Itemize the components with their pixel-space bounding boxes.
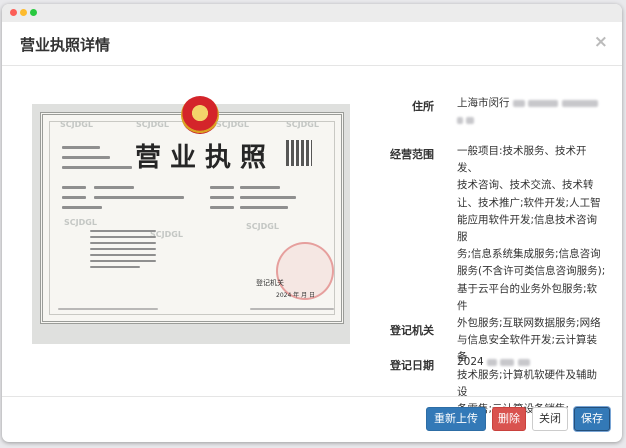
license-footer-line	[58, 308, 158, 310]
watermark-text: SCJDGL	[64, 218, 97, 227]
license-text-line	[62, 166, 132, 169]
address-value-text: 上海市闵行	[457, 97, 510, 109]
address-value: 上海市闵行	[457, 95, 607, 129]
watermark-text: SCJDGL	[246, 222, 279, 231]
redacted-text	[457, 116, 463, 124]
business-scope-value: 一般项目:技术服务、技术开发、 技术咨询、技术交流、技术转 让、技术推广;软件开…	[457, 143, 607, 418]
license-frame: SCJDGL SCJDGL SCJDGL SCJDGL SCJDGL SCJDG…	[40, 96, 344, 324]
scope-line: 务;信息系统集成服务;信息咨询	[457, 248, 601, 261]
save-button[interactable]: 保存	[574, 407, 610, 431]
license-footer-line	[250, 308, 334, 310]
redacted-text	[561, 99, 598, 107]
dialog-window: 营业执照详情 × SCJDGL SCJDGL SCJDGL SCJDGL SCJ…	[2, 4, 622, 442]
license-text-line	[62, 196, 86, 199]
maximize-window-dot[interactable]	[30, 9, 37, 16]
license-text-line	[90, 254, 156, 256]
license-text-line	[210, 186, 234, 189]
license-text-line	[62, 156, 110, 159]
license-text-line	[90, 230, 156, 232]
minimize-window-dot[interactable]	[20, 9, 27, 16]
license-text-line	[210, 196, 234, 199]
license-title: 营业执照	[134, 143, 275, 173]
scope-line: 基于云平台的业务外包服务;软件	[457, 282, 598, 312]
license-text-line	[90, 242, 156, 244]
license-text-line	[62, 206, 102, 209]
license-text-line	[240, 196, 296, 199]
registration-date-value: 2024	[457, 354, 607, 371]
license-text-line	[90, 260, 156, 262]
license-text-line	[240, 186, 280, 189]
dialog-footer: 重新上传 删除 关闭 保存	[2, 396, 622, 442]
dialog-title: 营业执照详情	[20, 36, 111, 54]
close-icon[interactable]: ×	[594, 32, 608, 52]
scope-line: 服务(不含许可类信息咨询服务);	[457, 265, 606, 278]
scope-line: 外包服务;互联网数据服务;网络	[457, 317, 601, 330]
watermark-text: SCJDGL	[60, 120, 93, 129]
redacted-text	[512, 99, 525, 107]
business-license-image: SCJDGL SCJDGL SCJDGL SCJDGL SCJDGL SCJDG…	[32, 96, 350, 344]
scope-line: 一般项目:技术服务、技术开发、	[457, 145, 587, 175]
registration-date-label: 登记日期	[390, 359, 434, 372]
registration-date-text: 2024	[457, 356, 484, 368]
license-registration-authority: 登记机关	[256, 279, 284, 287]
watermark-text: SCJDGL	[286, 120, 319, 129]
license-text-line	[62, 186, 86, 189]
license-text-line	[62, 146, 100, 149]
scope-line: 让、技术推广;软件开发;人工智	[457, 196, 601, 209]
license-inner-frame: SCJDGL SCJDGL SCJDGL SCJDGL SCJDGL SCJDG…	[49, 96, 335, 315]
license-year: 2024 年 月 日	[276, 292, 315, 299]
license-text-line	[240, 206, 288, 209]
delete-button[interactable]: 删除	[492, 407, 526, 431]
redacted-text	[528, 99, 559, 107]
redacted-text	[487, 358, 498, 366]
business-scope-label: 经营范围	[390, 148, 434, 161]
dialog-header: 营业执照详情 ×	[2, 22, 622, 66]
license-text-line	[90, 236, 156, 238]
license-text-line	[210, 206, 234, 209]
watermark-text: SCJDGL	[216, 120, 249, 129]
qr-code-icon	[286, 140, 312, 166]
registration-authority-label: 登记机关	[390, 324, 434, 337]
window-titlebar	[2, 4, 622, 22]
watermark-text: SCJDGL	[136, 120, 169, 129]
redacted-text	[466, 116, 475, 124]
reupload-button[interactable]: 重新上传	[426, 407, 486, 431]
license-text-line	[90, 266, 140, 268]
license-text-line	[94, 186, 134, 189]
scope-line: 技术咨询、技术交流、技术转	[457, 179, 594, 192]
close-window-dot[interactable]	[10, 9, 17, 16]
close-button[interactable]: 关闭	[532, 407, 568, 431]
address-label: 住所	[412, 100, 434, 113]
national-emblem-icon	[181, 96, 219, 134]
redacted-text	[500, 358, 515, 366]
dialog-body: SCJDGL SCJDGL SCJDGL SCJDGL SCJDGL SCJDG…	[2, 66, 622, 415]
scope-line: 能应用软件开发;信息技术咨询服	[457, 213, 598, 244]
license-text-line	[90, 248, 156, 250]
redacted-text	[517, 358, 530, 366]
license-text-line	[94, 196, 184, 199]
